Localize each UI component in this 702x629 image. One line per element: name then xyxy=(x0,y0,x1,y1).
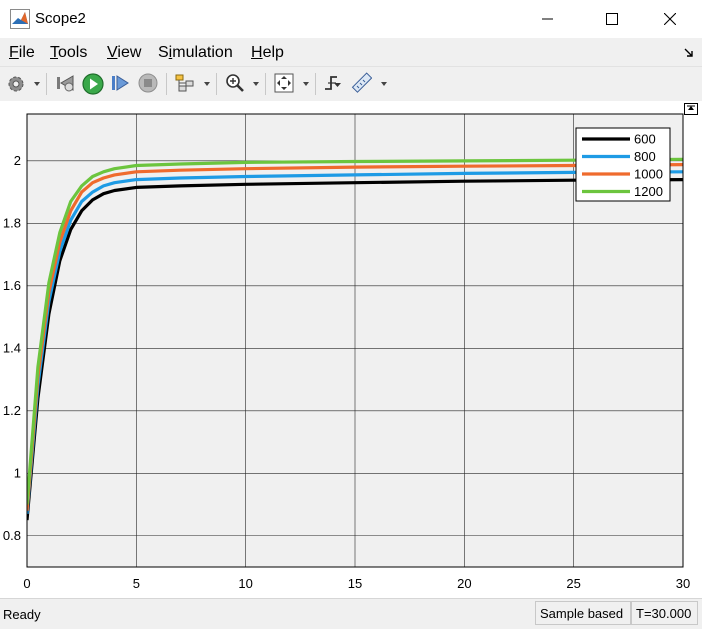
autoscale-icon xyxy=(274,73,294,93)
x-tick-label: 5 xyxy=(133,576,140,591)
x-tick-label: 15 xyxy=(348,576,362,591)
toolbar-separator xyxy=(315,73,316,95)
gear-icon xyxy=(8,76,24,92)
zoom-button[interactable] xyxy=(224,72,248,96)
measurements-button[interactable] xyxy=(350,72,374,96)
legend-label: 1200 xyxy=(634,184,663,199)
x-tick-label: 10 xyxy=(238,576,252,591)
step-forward-icon xyxy=(112,75,129,91)
ruler-icon xyxy=(351,72,372,93)
zoom-in-icon xyxy=(226,74,244,92)
title-bar: Scope2 xyxy=(0,0,702,38)
status-ready-text: Ready xyxy=(3,607,41,622)
close-icon xyxy=(664,13,676,25)
play-icon xyxy=(82,73,104,95)
sampling-mode-badge: Sample based xyxy=(535,601,631,625)
y-tick-label: 2 xyxy=(14,153,21,168)
window-title: Scope2 xyxy=(35,10,86,27)
measurements-dropdown-icon[interactable] xyxy=(381,82,387,86)
status-bar: Ready Sample based T=30.000 xyxy=(0,598,702,629)
minimize-icon xyxy=(542,18,553,20)
toolbar-separator xyxy=(166,73,167,95)
matlab-logo-icon xyxy=(10,9,30,29)
step-back-button[interactable] xyxy=(54,72,78,96)
run-button[interactable] xyxy=(81,72,105,96)
toolbar-separator xyxy=(46,73,47,95)
settings-dropdown-icon[interactable] xyxy=(34,82,40,86)
scope-display: 0 5 10 15 20 25 30 0.8 1 1.2 1.4 1.6 1.8 2 600 800 1000 1… xyxy=(0,101,702,598)
y-tick-label: 1 xyxy=(14,465,21,480)
toolbar-separator xyxy=(265,73,266,95)
minimize-button[interactable] xyxy=(526,0,570,38)
signal-selector-button[interactable] xyxy=(174,72,198,96)
settings-button[interactable] xyxy=(5,72,29,96)
legend-label: 600 xyxy=(634,132,656,147)
menu-bar: File Tools View Simulation Help xyxy=(0,38,702,66)
autoscale-dropdown-icon[interactable] xyxy=(303,82,309,86)
maximize-button[interactable] xyxy=(590,0,634,38)
trigger-icon xyxy=(325,76,341,90)
signal-tree-icon xyxy=(175,74,194,92)
legend-label: 800 xyxy=(634,149,656,164)
line-chart[interactable]: 0 5 10 15 20 25 30 0.8 1 1.2 1.4 1.6 1.8 2 600 800 1000 1… xyxy=(0,101,702,598)
undock-arrow-icon[interactable] xyxy=(684,48,694,58)
restore-panel-icon[interactable] xyxy=(684,103,698,115)
toolbar-separator xyxy=(216,73,217,95)
signal-dropdown-icon[interactable] xyxy=(204,82,210,86)
menu-file[interactable]: File xyxy=(9,44,35,62)
y-tick-label: 0.8 xyxy=(3,528,21,543)
stop-button[interactable] xyxy=(137,72,161,96)
y-tick-label: 1.6 xyxy=(3,278,21,293)
step-forward-button[interactable] xyxy=(109,72,133,96)
menu-view[interactable]: View xyxy=(107,44,141,62)
toolbar xyxy=(0,66,702,102)
stop-icon xyxy=(138,73,158,93)
y-tick-label: 1.2 xyxy=(3,403,21,418)
menu-tools[interactable]: Tools xyxy=(50,44,87,62)
y-tick-label: 1.4 xyxy=(3,340,21,355)
simulation-time-readout: T=30.000 xyxy=(631,601,698,625)
legend-label: 1000 xyxy=(634,167,663,182)
triggers-button[interactable] xyxy=(322,72,346,96)
maximize-icon xyxy=(606,13,618,25)
menu-simulation[interactable]: Simulation xyxy=(158,44,233,62)
x-tick-label: 0 xyxy=(23,576,30,591)
y-tick-label: 1.8 xyxy=(3,215,21,230)
x-tick-label: 30 xyxy=(676,576,690,591)
close-button[interactable] xyxy=(648,0,692,38)
x-tick-label: 20 xyxy=(457,576,471,591)
zoom-dropdown-icon[interactable] xyxy=(253,82,259,86)
x-tick-label: 25 xyxy=(566,576,580,591)
step-back-icon xyxy=(57,75,74,92)
autoscale-button[interactable] xyxy=(273,72,297,96)
menu-help[interactable]: Help xyxy=(251,44,284,62)
